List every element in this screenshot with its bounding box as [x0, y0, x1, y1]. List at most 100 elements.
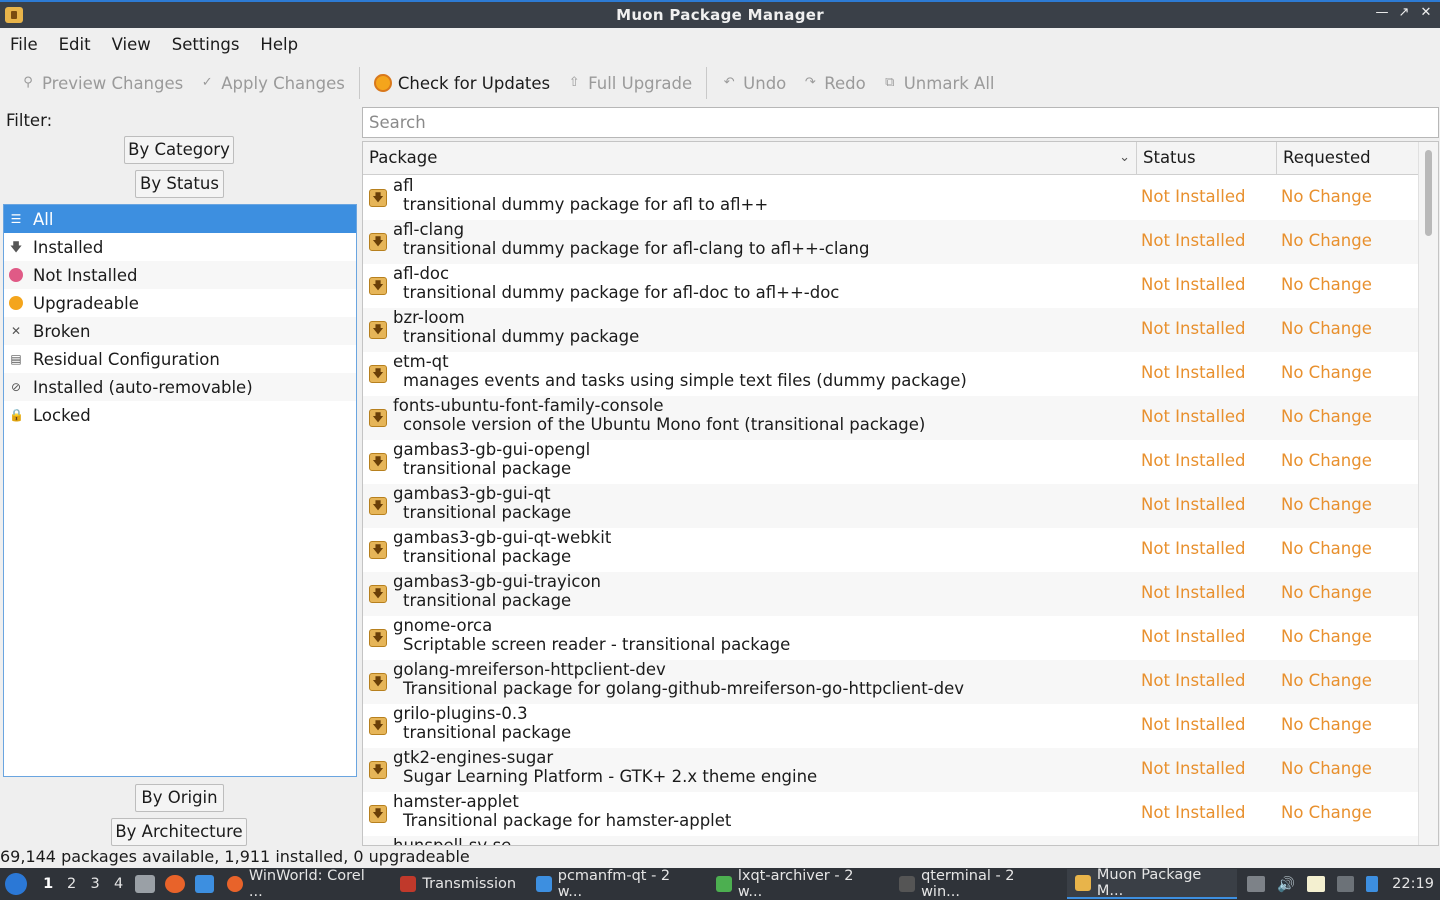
preview-changes-button[interactable]: ⚲ Preview Changes	[12, 70, 191, 97]
taskbar: 1 2 3 4 WinWorld: Corel ... Transmission…	[0, 867, 1440, 900]
volume-icon[interactable]: 🔊	[1277, 876, 1295, 893]
status-filter-list: ☰ All 🡇 Installed Not Installed Upgradea…	[3, 204, 357, 777]
by-category-tab[interactable]: By Category	[124, 136, 234, 164]
column-header-requested[interactable]: Requested	[1277, 142, 1418, 175]
table-row[interactable]: 🡇 gambas3-gb-gui-qt-webkit transitional pa…	[363, 528, 1419, 572]
status-item-auto-removable[interactable]: ⊘ Installed (auto-removable)	[4, 373, 356, 401]
vertical-scrollbar[interactable]	[1418, 142, 1438, 845]
package-name: gnome-orca	[393, 616, 493, 635]
package-requested: No Change	[1281, 759, 1372, 778]
package-description: transitional package	[403, 503, 572, 522]
status-item-broken[interactable]: ✕ Broken	[4, 317, 356, 345]
table-row[interactable]: 🡇 afl-clang transitional dummy package for…	[363, 220, 1419, 264]
table-row[interactable]: 🡇 grilo-plugins-0.3 transitional package No…	[363, 704, 1419, 748]
full-upgrade-button[interactable]: ⇧ Full Upgrade	[558, 70, 700, 97]
search-input[interactable]	[362, 107, 1439, 138]
start-menu-icon[interactable]	[5, 873, 27, 895]
broken-x-icon: ✕	[10, 324, 22, 338]
terminal-icon	[899, 876, 916, 892]
archive-icon	[716, 876, 732, 892]
by-status-tab[interactable]: By Status	[135, 170, 224, 198]
status-item-not-installed[interactable]: Not Installed	[4, 261, 356, 289]
menu-file[interactable]: File	[4, 31, 44, 58]
by-origin-tab[interactable]: By Origin	[135, 784, 224, 812]
check-for-updates-button[interactable]: Check for Updates	[366, 70, 558, 97]
undo-button[interactable]: ↶ Undo	[713, 70, 794, 97]
table-row[interactable]: 🡇 afl-doc transitional dummy package for a…	[363, 264, 1419, 308]
package-name: gambas3-gb-gui-qt-webkit	[393, 528, 612, 547]
maximize-icon[interactable]: ↗	[1396, 5, 1412, 20]
table-row[interactable]: 🡇 gtk2-engines-sugar Sugar Learning Platfo…	[363, 748, 1419, 792]
desktop-1[interactable]: 1	[36, 876, 60, 892]
file-manager-quick-icon[interactable]	[135, 875, 156, 893]
status-item-all[interactable]: ☰ All	[4, 205, 356, 233]
unmark-all-button[interactable]: ⧉ Unmark All	[874, 70, 1003, 97]
package-icon: 🡇	[369, 365, 387, 383]
notes-tray-icon[interactable]	[1307, 876, 1325, 892]
task-pcmanfm[interactable]: pcmanfm-qt - 2 w...	[528, 868, 704, 900]
clipboard-tray-icon[interactable]	[1247, 876, 1266, 892]
status-item-upgradeable[interactable]: Upgradeable	[4, 289, 356, 317]
table-row[interactable]: 🡇 gambas3-gb-gui-trayicon transitional pac…	[363, 572, 1419, 616]
magnifier-icon: ⚲	[23, 75, 33, 90]
table-row[interactable]: 🡇 hamster-applet Transitional package for …	[363, 792, 1419, 836]
firefox-icon	[227, 876, 243, 892]
desktop-3[interactable]: 3	[83, 876, 107, 892]
table-row[interactable]: 🡇 etm-qt manages events and tasks using si…	[363, 352, 1419, 396]
package-icon: 🡇	[369, 585, 387, 603]
full-upgrade-label: Full Upgrade	[588, 73, 693, 93]
close-icon[interactable]: ✕	[1418, 5, 1434, 20]
table-row[interactable]: 🡇 gnome-orca Scriptable screen reader - tr…	[363, 616, 1419, 660]
package-status: Not Installed	[1141, 671, 1246, 690]
scroll-thumb[interactable]	[1425, 150, 1432, 236]
package-icon: 🡇	[369, 453, 387, 471]
package-name: gambas3-gb-gui-qt	[393, 484, 551, 503]
update-icon	[373, 74, 392, 92]
firefox-quick-icon[interactable]	[165, 875, 185, 893]
column-header-package[interactable]: Package ⌄	[363, 142, 1137, 175]
desktop-2[interactable]: 2	[60, 876, 84, 892]
package-name: fonts-ubuntu-font-family-console	[393, 396, 664, 415]
redo-button[interactable]: ↷ Redo	[794, 70, 873, 97]
update-tray-icon[interactable]	[1366, 876, 1379, 892]
residual-box-icon: ▤	[10, 352, 22, 366]
menu-view[interactable]: View	[106, 31, 157, 58]
desktop-quick-icon[interactable]	[194, 875, 215, 893]
table-row[interactable]: 🡇 fonts-ubuntu-font-family-console console…	[363, 396, 1419, 440]
minimize-icon[interactable]: —	[1374, 5, 1390, 20]
upgradeable-icon	[9, 296, 23, 310]
package-status: Not Installed	[1141, 803, 1246, 822]
status-item-locked[interactable]: 🔒 Locked	[4, 401, 356, 429]
task-transmission[interactable]: Transmission	[392, 869, 524, 899]
package-requested: No Change	[1281, 407, 1372, 426]
package-icon: 🡇	[369, 497, 387, 515]
package-requested: No Change	[1281, 451, 1372, 470]
table-row[interactable]: 🡇 bzr-loom transitional dummy package Not I…	[363, 308, 1419, 352]
column-header-status[interactable]: Status	[1137, 142, 1277, 175]
undo-icon: ↶	[723, 75, 735, 90]
task-winworld[interactable]: WinWorld: Corel ...	[219, 868, 388, 900]
task-qterminal[interactable]: qterminal - 2 win...	[891, 868, 1063, 900]
table-row[interactable]: 🡇 golang-mreiferson-httpclient-dev Transit…	[363, 660, 1419, 704]
status-item-residual[interactable]: ▤ Residual Configuration	[4, 345, 356, 373]
table-row[interactable]: 🡇 gambas3-gb-gui-opengl transitional packa…	[363, 440, 1419, 484]
status-item-installed[interactable]: 🡇 Installed	[4, 233, 356, 261]
preview-changes-label: Preview Changes	[42, 73, 184, 93]
task-lxqt-archiver[interactable]: lxqt-archiver - 2 w...	[708, 868, 887, 900]
menu-edit[interactable]: Edit	[53, 31, 97, 58]
package-status: Not Installed	[1141, 275, 1246, 294]
clock[interactable]: 22:19	[1392, 876, 1434, 892]
menu-help[interactable]: Help	[254, 31, 304, 58]
package-requested: No Change	[1281, 539, 1372, 558]
table-header: Package ⌄ Status Requested	[363, 142, 1438, 175]
apply-changes-button[interactable]: ✓ Apply Changes	[191, 70, 353, 97]
display-tray-icon[interactable]	[1336, 876, 1355, 892]
table-row[interactable]: 🡇 afl transitional dummy package for afl t…	[363, 176, 1419, 220]
by-architecture-tab[interactable]: By Architecture	[111, 818, 247, 846]
task-muon[interactable]: Muon Package M...	[1067, 867, 1238, 899]
desktop-4[interactable]: 4	[107, 876, 131, 892]
menu-settings[interactable]: Settings	[166, 31, 246, 58]
package-icon: 🡇	[369, 277, 387, 295]
table-row[interactable]: 🡇 gambas3-gb-gui-qt transitional package No…	[363, 484, 1419, 528]
table-row[interactable]: 🡇hunspell-sv-se	[363, 836, 1419, 845]
